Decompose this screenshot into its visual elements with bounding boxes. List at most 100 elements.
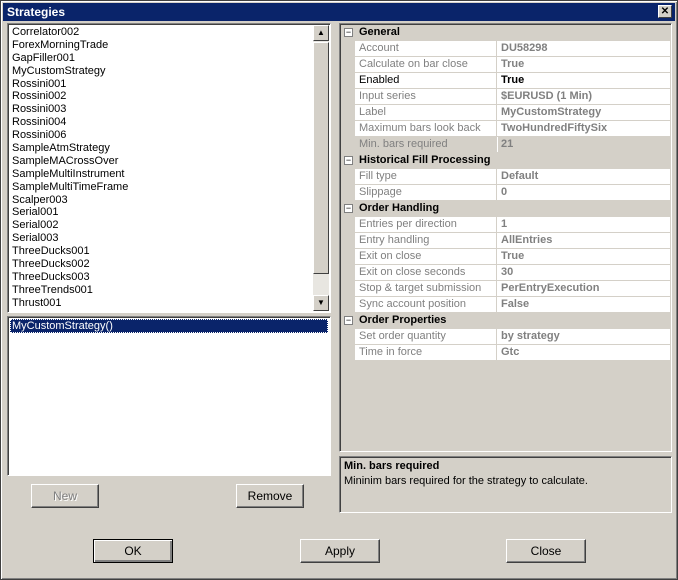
collapse-icon[interactable]: − (344, 156, 353, 165)
property-value[interactable]: 0 (498, 185, 670, 200)
property-name: Fill type (355, 169, 497, 184)
property-grid-empty-area (341, 385, 670, 450)
property-row[interactable]: Set order quantity by strategy (341, 329, 670, 345)
list-item[interactable]: ThreeDucks001 (10, 245, 312, 258)
property-name: Account (355, 41, 497, 56)
list-item[interactable]: Rossini002 (10, 90, 312, 103)
strategy-list-scrollbar[interactable]: ▲ ▼ (313, 25, 329, 311)
list-item[interactable]: Rossini001 (10, 78, 312, 91)
list-item[interactable]: GapFiller001 (10, 52, 312, 65)
list-item[interactable]: ForexMorningTrade (10, 39, 312, 52)
property-category[interactable]: − Order Handling (341, 201, 670, 217)
list-item[interactable]: Scalper003 (10, 194, 312, 207)
list-item[interactable]: Serial002 (10, 219, 312, 232)
scroll-down-arrow[interactable]: ▼ (313, 295, 329, 311)
property-row[interactable]: Fill type Default (341, 169, 670, 185)
list-item[interactable]: SampleMultiInstrument (10, 168, 312, 181)
strategy-list[interactable]: Correlator002 ForexMorningTrade GapFiller0… (7, 23, 331, 313)
collapse-icon[interactable]: − (344, 28, 353, 37)
property-value[interactable]: Gtc (498, 345, 670, 360)
property-value[interactable]: DU58298 (498, 41, 670, 56)
property-value[interactable]: True (498, 73, 670, 88)
list-item[interactable]: Thrust001 (10, 297, 312, 310)
list-item[interactable]: Rossini004 (10, 116, 312, 129)
property-row[interactable]: Min. bars required 21 (341, 137, 670, 153)
property-name: Sync account position (355, 297, 497, 312)
selected-strategies-list[interactable]: MyCustomStrategy() (7, 316, 331, 476)
list-item[interactable]: ThreeDucks002 (10, 258, 312, 271)
list-item[interactable]: SampleMultiTimeFrame (10, 181, 312, 194)
scroll-up-arrow[interactable]: ▲ (313, 25, 329, 41)
property-category[interactable]: − Order Properties (341, 313, 670, 329)
property-row[interactable]: Time in force Gtc (341, 345, 670, 361)
property-name: Label (355, 105, 497, 120)
property-row[interactable]: Slippage 0 (341, 185, 670, 201)
property-row[interactable]: Calculate on bar close True (341, 57, 670, 73)
scroll-down-icon: ▼ (317, 298, 325, 307)
property-row[interactable]: Label MyCustomStrategy (341, 105, 670, 121)
property-value[interactable]: AllEntries (498, 233, 670, 248)
category-label: Historical Fill Processing (359, 154, 491, 166)
close-button[interactable]: Close (506, 539, 586, 563)
row-margin (341, 137, 355, 153)
close-window-button[interactable]: ✕ (658, 5, 672, 18)
property-row[interactable]: Account DU58298 (341, 41, 670, 57)
property-value[interactable]: 21 (498, 137, 670, 152)
apply-button[interactable]: Apply (300, 539, 380, 563)
collapse-icon[interactable]: − (344, 204, 353, 213)
property-row[interactable]: Entry handling AllEntries (341, 233, 670, 249)
list-item[interactable]: Serial003 (10, 232, 312, 245)
list-item[interactable]: Correlator002 (10, 26, 312, 39)
property-name: Enabled (355, 73, 497, 88)
property-row[interactable]: Exit on close True (341, 249, 670, 265)
property-category[interactable]: − Historical Fill Processing (341, 153, 670, 169)
property-value[interactable]: Default (498, 169, 670, 184)
list-item[interactable]: Rossini003 (10, 103, 312, 116)
list-item[interactable]: ThreeDucks003 (10, 271, 312, 284)
scroll-thumb[interactable] (313, 42, 329, 274)
property-value[interactable]: TwoHundredFiftySix (498, 121, 670, 136)
property-row[interactable]: Input series $EURUSD (1 Min) (341, 89, 670, 105)
property-value[interactable]: $EURUSD (1 Min) (498, 89, 670, 104)
property-name: Stop & target submission (355, 281, 497, 296)
new-button[interactable]: New (31, 484, 99, 508)
property-row[interactable]: Entries per direction 1 (341, 217, 670, 233)
ok-button[interactable]: OK (93, 539, 173, 563)
property-value[interactable]: MyCustomStrategy (498, 105, 670, 120)
property-row[interactable]: Sync account position False (341, 297, 670, 313)
category-label: Order Properties (359, 314, 447, 326)
property-value[interactable]: False (498, 297, 670, 312)
list-item[interactable]: SampleMACrossOver (10, 155, 312, 168)
property-help-panel: Min. bars required Mininim bars required… (339, 456, 672, 513)
property-name: Time in force (355, 345, 497, 360)
row-margin (341, 41, 355, 57)
property-value[interactable]: 30 (498, 265, 670, 280)
help-description: Mininim bars required for the strategy t… (344, 475, 588, 487)
row-margin (341, 265, 355, 281)
title-bar[interactable]: Strategies ✕ (3, 3, 675, 21)
property-row[interactable]: Exit on close seconds 30 (341, 265, 670, 281)
property-row[interactable]: Enabled True (341, 73, 670, 89)
list-item[interactable]: Serial001 (10, 206, 312, 219)
window-title: Strategies (7, 5, 66, 19)
property-value[interactable]: by strategy (498, 329, 670, 344)
list-item[interactable]: ThreeTrends001 (10, 284, 312, 297)
property-grid[interactable]: − General Account DU58298 Calculate on bar c… (339, 23, 672, 452)
collapse-icon[interactable]: − (344, 316, 353, 325)
row-margin (341, 169, 355, 185)
row-margin (341, 233, 355, 249)
list-item[interactable]: Rossini006 (10, 129, 312, 142)
selected-strategy-item[interactable]: MyCustomStrategy() (10, 319, 328, 333)
list-item[interactable]: SampleAtmStrategy (10, 142, 312, 155)
property-row[interactable]: Maximum bars look back TwoHundredFiftySix (341, 121, 670, 137)
property-category[interactable]: − General (341, 25, 670, 41)
remove-button[interactable]: Remove (236, 484, 304, 508)
list-item[interactable]: MyCustomStrategy (10, 65, 312, 78)
property-value[interactable]: PerEntryExecution (498, 281, 670, 296)
property-value[interactable]: True (498, 249, 670, 264)
category-label: General (359, 26, 400, 38)
property-value[interactable]: 1 (498, 217, 670, 232)
property-row[interactable]: Stop & target submission PerEntryExecutio… (341, 281, 670, 297)
property-value[interactable]: True (498, 57, 670, 72)
property-name: Min. bars required (355, 137, 497, 152)
